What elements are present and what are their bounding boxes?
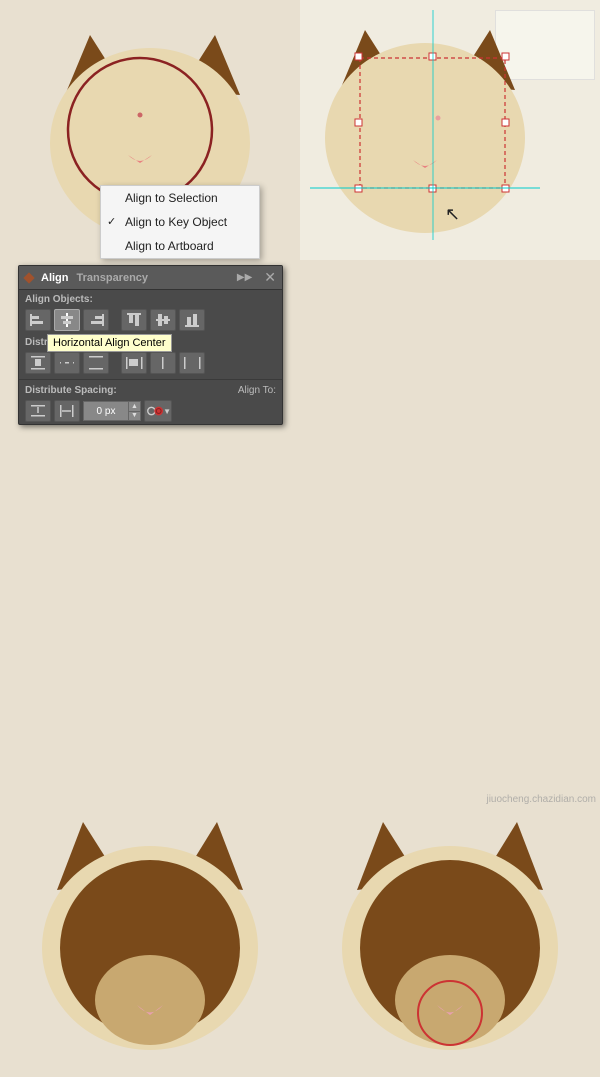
align-left-btn[interactable]	[25, 309, 51, 331]
align-v-center-btn[interactable]	[150, 309, 176, 331]
align-panel: Align Transparency ▶▶ ✕ Align Objects:	[18, 265, 283, 425]
align-objects-row	[19, 307, 282, 333]
align-to-arrow: ▼	[163, 407, 171, 416]
bottom-right-canvas	[300, 787, 600, 1077]
dropdown-item-align-key-object[interactable]: Align to Key Object	[101, 210, 259, 234]
dist-spacing-h-btn[interactable]	[54, 400, 80, 422]
dist-right-btn[interactable]	[179, 352, 205, 374]
spinner-down[interactable]: ▼	[129, 412, 140, 421]
dist-hcenter-btn[interactable]	[150, 352, 176, 374]
panel-title-bar: Align Transparency ▶▶ ✕	[19, 266, 282, 290]
dist-spacing-v-btn[interactable]	[25, 400, 51, 422]
distribute-objects-row	[19, 350, 282, 376]
dropdown-item-align-selection[interactable]: Align to Selection	[101, 186, 259, 210]
dist-bottom-btn[interactable]	[83, 352, 109, 374]
dropdown-item-align-artboard[interactable]: Align to Artboard	[101, 234, 259, 258]
dist-left-btn[interactable]	[121, 352, 147, 374]
align-bottom-btn[interactable]	[179, 309, 205, 331]
align-top-btn[interactable]	[121, 309, 147, 331]
transparency-tab[interactable]: Transparency	[77, 272, 149, 284]
bottom-row	[0, 787, 600, 1077]
cat-face-top-right	[310, 10, 540, 240]
panel-diamond-icon	[23, 272, 34, 283]
cat-face-bottom-left	[25, 800, 275, 1065]
cat-face-bottom-right	[325, 800, 575, 1065]
watermark: jiuocheng.chazidian.com	[486, 794, 596, 805]
dist-vcenter-btn[interactable]	[54, 352, 80, 374]
bottom-left-canvas	[0, 787, 300, 1077]
tooltip-box: Horizontal Align Center	[47, 334, 172, 352]
align-to-dropdown-menu: Align to Selection Align to Key Object A…	[100, 185, 260, 259]
distribute-spacing-row: Distribute Spacing: Align To:	[19, 383, 282, 398]
spacing-controls-row: 0 px ▲ ▼ ▼	[19, 398, 282, 424]
align-right-btn[interactable]	[83, 309, 109, 331]
spacing-input[interactable]: 0 px	[84, 406, 128, 417]
panel-chevron-icon[interactable]: ▶▶	[237, 272, 252, 283]
align-tab[interactable]: Align	[41, 272, 69, 284]
align-h-center-btn[interactable]	[54, 309, 80, 331]
spinner-up[interactable]: ▲	[129, 402, 140, 412]
align-objects-label: Align Objects:	[19, 290, 282, 307]
panel-close-icon[interactable]: ✕	[264, 269, 276, 286]
align-to-dropdown-btn[interactable]: ▼	[144, 400, 172, 422]
distribute-spacing-label: Distribute Spacing:	[25, 385, 117, 396]
top-right-canvas: ↖	[300, 0, 600, 260]
spacing-spinner[interactable]: ▲ ▼	[128, 402, 140, 420]
align-to-label: Align To:	[238, 385, 276, 396]
dist-top-btn[interactable]	[25, 352, 51, 374]
